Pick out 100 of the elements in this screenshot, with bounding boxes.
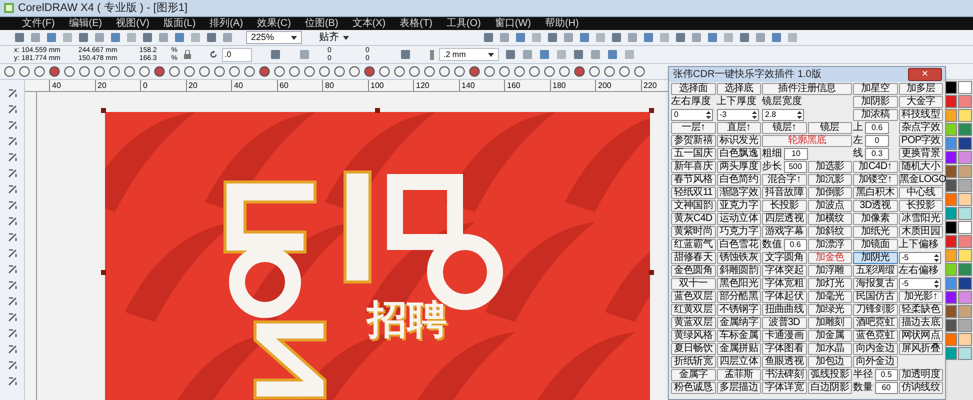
selection-handle[interactable] [649, 270, 654, 275]
plugin-button[interactable]: 游戏字幕 [762, 226, 806, 238]
selection-handle[interactable] [649, 108, 654, 113]
menu-item[interactable]: 版面(L) [163, 18, 196, 28]
plugin-button[interactable]: 黄蓝双层 [671, 317, 716, 329]
effect-icon[interactable] [229, 66, 240, 77]
effect-icon[interactable] [319, 66, 330, 77]
plugin-button[interactable]: 字体宽粗 [762, 278, 806, 290]
plugin-button[interactable]: 大金字 [898, 96, 943, 108]
effect-icon[interactable] [364, 66, 375, 77]
plugin-button[interactable]: 酒吧霓虹 [853, 317, 898, 329]
tool-icon[interactable] [6, 376, 18, 387]
effect-icon[interactable] [424, 66, 435, 77]
toolbar-icon[interactable] [400, 49, 411, 60]
effect-icon[interactable] [94, 66, 105, 77]
plugin-button[interactable]: 金色圆角 [671, 265, 716, 277]
plugin-button[interactable]: 斜雕圆韵 [716, 265, 761, 277]
zoom-dropdown[interactable]: 225% [246, 31, 302, 44]
toolbar-icon[interactable] [572, 49, 584, 60]
toolbar-icon[interactable] [515, 32, 526, 43]
plugin-button[interactable]: 网状网点 [898, 330, 943, 342]
toolbar-icon[interactable] [611, 32, 622, 43]
tool-icon[interactable] [6, 232, 18, 243]
plugin-button[interactable]: 蓝色霓虹 [853, 330, 898, 342]
plugin-button[interactable]: 黄绿风格 [671, 330, 716, 342]
plugin-button[interactable]: 加C4D↑ [853, 161, 898, 173]
toolbar-icon[interactable] [771, 32, 782, 43]
menu-item[interactable]: 窗口(W) [494, 18, 531, 28]
plugin-button[interactable]: 春节风格 [671, 174, 716, 186]
toolbar-icon[interactable] [643, 32, 654, 43]
plugin-button[interactable]: 弧线投影 [808, 369, 852, 381]
effect-icon[interactable] [499, 66, 510, 77]
tool-icon[interactable] [6, 296, 18, 307]
tool-icon[interactable] [6, 312, 18, 323]
plugin-button[interactable]: 字体图看 [762, 343, 806, 355]
value-field[interactable]: 0.6 [784, 239, 806, 251]
tool-icon[interactable] [6, 120, 18, 131]
plugin-button[interactable]: 木质田园 [898, 226, 943, 238]
plugin-button[interactable]: 夏日畅饮 [671, 343, 716, 355]
value-field[interactable]: 500 [784, 161, 806, 173]
spin-field[interactable]: -5 [898, 252, 940, 264]
plugin-button[interactable]: 字体突起 [762, 265, 806, 277]
spin-field[interactable]: -5 [898, 278, 940, 290]
color-swatch[interactable] [958, 123, 972, 136]
plugin-button[interactable]: 折纸斩宽 [671, 356, 716, 368]
plugin-button[interactable]: 加镂空↑ [853, 174, 898, 186]
close-button[interactable]: × [908, 68, 942, 81]
effect-icon[interactable] [34, 66, 45, 77]
effect-icon[interactable] [589, 66, 600, 77]
plugin-button[interactable]: 加光影↑ [898, 291, 943, 303]
plugin-button[interactable]: 向内金边 [853, 343, 898, 355]
plugin-button[interactable]: 加雕刻 [808, 317, 852, 329]
plugin-button[interactable]: 长投影 [898, 200, 943, 212]
value-field[interactable]: 0.5 [875, 369, 898, 381]
plugin-button[interactable]: 加金属 [808, 330, 852, 342]
plugin-button[interactable]: 黑色阳光 [716, 278, 761, 290]
plugin-button[interactable]: 参贺新禧 [671, 135, 716, 147]
plugin-button[interactable]: 刀锋剑影 [853, 304, 898, 316]
toolbar-icon[interactable] [14, 32, 25, 43]
effect-icon[interactable] [559, 66, 570, 77]
plugin-button[interactable]: 一层↑ [671, 122, 716, 134]
plugin-button[interactable]: 镜层 [808, 122, 852, 134]
plugin-button[interactable]: 粉色诚恳 [671, 382, 716, 394]
plugin-button[interactable]: 加倒影 [808, 187, 852, 199]
effect-icon[interactable] [304, 66, 315, 77]
plugin-button[interactable]: 科技线型 [898, 109, 943, 121]
plugin-button[interactable]: 黄灰C4D [671, 213, 716, 225]
tool-icon[interactable] [6, 360, 18, 371]
color-swatch[interactable] [958, 179, 972, 192]
effect-icon[interactable] [124, 66, 135, 77]
effect-icon[interactable] [49, 66, 60, 77]
plugin-button[interactable]: 扭曲曲线 [762, 304, 806, 316]
effect-icon[interactable] [214, 66, 225, 77]
plugin-button[interactable]: 插件注册信息 [762, 83, 852, 95]
plugin-button[interactable]: 字体详宽 [762, 382, 806, 394]
effect-icon[interactable] [619, 66, 630, 77]
color-swatch[interactable] [958, 263, 972, 276]
plugin-button[interactable]: 加多层 [898, 83, 943, 95]
plugin-button[interactable]: 加斜纹 [808, 226, 852, 238]
outline-width-dropdown[interactable]: .2 mm [438, 48, 499, 61]
plugin-button[interactable]: 加浮雕 [808, 265, 852, 277]
plugin-button[interactable]: 随机大小 [898, 161, 943, 173]
menu-item[interactable]: 文件(F) [22, 18, 55, 28]
value-field[interactable]: 0.6 [865, 122, 889, 134]
plugin-button[interactable]: 民国仿古 [853, 291, 898, 303]
plugin-button[interactable]: 屏风折叠 [898, 343, 943, 355]
plugin-button[interactable]: 亚克力字 [716, 200, 761, 212]
tool-icon[interactable] [6, 216, 18, 227]
plugin-button[interactable]: 加浓稿 [853, 109, 898, 121]
plugin-button[interactable]: 金属纳字 [716, 317, 761, 329]
tool-icon[interactable] [6, 248, 18, 259]
plugin-button[interactable]: 中心线 [898, 187, 943, 199]
plugin-button[interactable]: 3D透视 [853, 200, 898, 212]
effect-icon[interactable] [259, 66, 270, 77]
plugin-button[interactable]: 混合字↑ [762, 174, 806, 186]
plugin-button[interactable]: 新年喜庆 [671, 161, 716, 173]
plugin-button[interactable]: 加像素 [853, 213, 898, 225]
plugin-button[interactable]: 选择面 [671, 83, 716, 95]
plugin-button[interactable]: 仿讷线纹 [898, 382, 943, 394]
plugin-button[interactable]: 加透明度 [898, 369, 943, 381]
